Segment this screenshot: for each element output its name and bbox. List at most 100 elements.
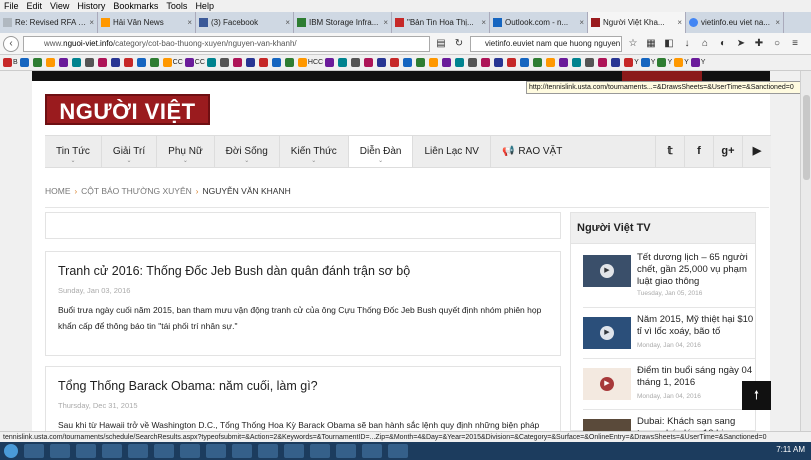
bookmark-item[interactable] (258, 57, 270, 68)
close-icon[interactable]: × (579, 12, 584, 33)
nav-item-dien-dan[interactable]: Diễn Đàn ⌄ (348, 136, 414, 167)
taskbar-app[interactable] (154, 444, 174, 458)
bookmark-item[interactable]: Y (674, 57, 689, 68)
star-icon[interactable]: ☆ (626, 37, 640, 51)
bookmark-item[interactable] (611, 57, 622, 68)
bookmark-item[interactable]: Y (657, 57, 672, 68)
video-title[interactable]: Dubai: Khách sạn sang trọng cháy lớn, 16… (637, 416, 755, 431)
bookmark-item[interactable] (338, 57, 349, 68)
chat-icon[interactable]: ○ (770, 37, 784, 51)
browser-tab[interactable]: vietinfo.eu viet na... × (686, 12, 784, 33)
bookmark-item[interactable] (429, 57, 440, 68)
bookmark-item[interactable] (232, 57, 244, 68)
bookmark-item[interactable] (19, 57, 31, 68)
browser-tab[interactable]: (3) Facebook × (196, 12, 294, 33)
extension-icon[interactable]: ◐ (716, 37, 730, 51)
taskbar-app[interactable] (258, 444, 278, 458)
video-title[interactable]: Năm 2015, Mỹ thiệt hại $10 tỉ vì lốc xoá… (637, 314, 755, 338)
breadcrumb-category[interactable]: CỘT BÁO THƯỜNG XUYÊN (81, 186, 192, 196)
menu-tools[interactable]: Tools (166, 0, 187, 12)
breadcrumb-home[interactable]: HOME (45, 186, 71, 196)
bookmark-item[interactable] (494, 57, 505, 68)
taskbar-app[interactable] (102, 444, 122, 458)
menu-bookmarks[interactable]: Bookmarks (113, 0, 158, 12)
bookmark-item[interactable] (364, 57, 375, 68)
taskbar-app[interactable] (310, 444, 330, 458)
taskbar-app[interactable] (50, 444, 70, 458)
close-icon[interactable]: × (775, 12, 780, 33)
bookmark-item[interactable] (245, 57, 257, 68)
nav-item-tin-tuc[interactable]: Tin Tức ⌄ (45, 136, 102, 167)
bookmark-item[interactable] (520, 57, 531, 68)
taskbar-app[interactable] (362, 444, 382, 458)
close-icon[interactable]: × (677, 12, 682, 33)
menu-view[interactable]: View (50, 0, 69, 12)
taskbar-app[interactable] (232, 444, 252, 458)
video-item[interactable]: ▶ Năm 2015, Mỹ thiệt hại $10 tỉ vì lốc x… (583, 314, 755, 364)
addon-icon[interactable]: ✚ (752, 37, 766, 51)
bookmark-item[interactable] (206, 57, 218, 68)
bookmark-item[interactable] (403, 57, 414, 68)
browser-tab[interactable]: Outlook.com - n... × (490, 12, 588, 33)
bookmark-item[interactable] (455, 57, 466, 68)
start-button[interactable] (4, 444, 18, 458)
bookmark-item[interactable] (219, 57, 231, 68)
bookmark-item[interactable]: Y (640, 57, 655, 68)
bookmark-item[interactable] (58, 57, 70, 68)
bookmark-item[interactable] (559, 57, 570, 68)
video-item[interactable]: Dubai: Khách sạn sang trọng cháy lớn, 16… (583, 416, 755, 431)
bookmark-item[interactable] (149, 57, 161, 68)
bookmark-item[interactable] (546, 57, 557, 68)
article-title[interactable]: Tranh cử 2016: Thống Đốc Jeb Bush dàn qu… (58, 264, 410, 278)
video-title[interactable]: Tết dương lịch – 65 người chết, gần 25,0… (637, 252, 755, 288)
reader-icon[interactable]: ▤ (434, 37, 448, 51)
menu-edit[interactable]: Edit (27, 0, 43, 12)
bookmark-item[interactable] (136, 57, 148, 68)
nav-item-rao-vat[interactable]: 📢 RAO VẶT (491, 136, 573, 167)
taskbar-app[interactable] (284, 444, 304, 458)
video-item[interactable]: ▶ Điểm tin buổi sáng ngày 04 tháng 1, 20… (583, 365, 755, 415)
bookmark-item[interactable]: CC (162, 57, 183, 68)
bookmark-item[interactable] (468, 57, 479, 68)
menu-help[interactable]: Help (195, 0, 214, 12)
bookmark-item[interactable] (110, 57, 122, 68)
nav-item-kien-thuc[interactable]: Kiến Thức ⌄ (280, 136, 349, 167)
close-icon[interactable]: × (481, 12, 486, 33)
close-icon[interactable]: × (285, 12, 290, 33)
reload-icon[interactable]: ↻ (452, 37, 466, 51)
home-icon[interactable]: ⌂ (698, 37, 712, 51)
menu-history[interactable]: History (77, 0, 105, 12)
taskbar-app[interactable] (76, 444, 96, 458)
bookmark-item[interactable] (442, 57, 453, 68)
back-to-top-button[interactable]: 🠕 (742, 381, 771, 410)
taskbar-app[interactable] (24, 444, 44, 458)
browser-tab[interactable]: "Bản Tin Hoa Thị... × (392, 12, 490, 33)
youtube-icon[interactable]: ▶ (742, 136, 771, 167)
close-icon[interactable]: × (89, 12, 94, 33)
bookmark-item[interactable] (598, 57, 609, 68)
video-thumbnail[interactable]: ▶ (583, 368, 631, 400)
bookmark-item[interactable]: HCC (297, 57, 323, 68)
browser-tab[interactable]: Re: Revised RFA letter ...× (0, 12, 98, 33)
close-icon[interactable]: × (187, 12, 192, 33)
taskbar-app[interactable] (180, 444, 200, 458)
bookmark-item[interactable] (481, 57, 492, 68)
taskbar-app[interactable] (388, 444, 408, 458)
bookmark-item[interactable] (325, 57, 336, 68)
bookmark-item[interactable] (45, 57, 57, 68)
bookmark-item[interactable] (416, 57, 427, 68)
video-thumbnail[interactable]: ▶ (583, 255, 631, 287)
bookmark-item[interactable] (32, 57, 44, 68)
google-plus-icon[interactable]: g+ (713, 136, 742, 167)
library-icon[interactable]: ▦ (644, 37, 658, 51)
browser-tab-active[interactable]: Người Việt Kha... × (588, 12, 686, 33)
bookmark-item[interactable] (377, 57, 388, 68)
bookmark-item[interactable]: Y (690, 57, 705, 68)
bookmark-item[interactable] (533, 57, 544, 68)
menu-icon[interactable]: ≡ (788, 37, 802, 51)
twitter-icon[interactable]: 𝕥 (655, 136, 684, 167)
nav-item-doi-song[interactable]: Đời Sống ⌄ (215, 136, 280, 167)
taskbar-app[interactable] (128, 444, 148, 458)
scrollbar-thumb[interactable] (803, 95, 810, 180)
video-thumbnail[interactable] (583, 419, 631, 431)
